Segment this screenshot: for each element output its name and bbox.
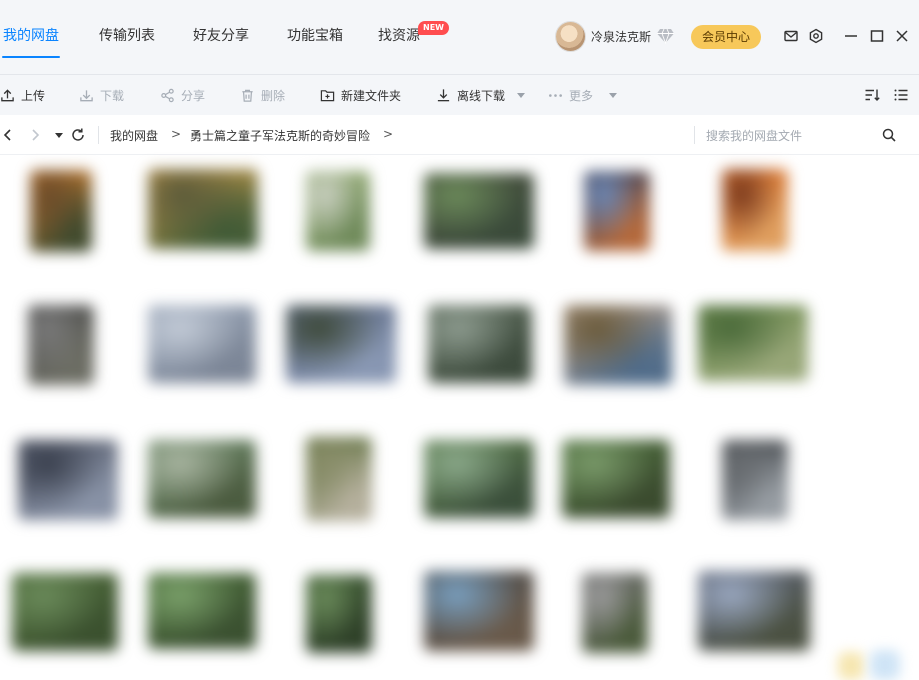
user-name[interactable]: 冷泉法克斯 [591, 28, 651, 45]
new-folder-label: 新建文件夹 [341, 88, 402, 103]
minimize-icon[interactable] [843, 28, 859, 44]
image-thumbnail[interactable] [286, 305, 396, 383]
diamond-icon[interactable] [656, 28, 675, 44]
offline-download-button[interactable]: 离线下载 [436, 75, 505, 115]
delete-label: 删除 [261, 88, 286, 103]
offline-download-dropdown-icon[interactable] [517, 93, 525, 98]
history-dropdown-icon[interactable] [51, 127, 67, 143]
image-thumbnail[interactable] [148, 305, 256, 383]
image-thumbnail[interactable] [306, 171, 370, 251]
refresh-icon[interactable] [70, 127, 86, 143]
trash-icon [242, 89, 253, 102]
divider [694, 126, 695, 144]
image-thumbnail[interactable] [698, 571, 810, 651]
upload-icon [1, 88, 14, 101]
image-thumbnail[interactable] [30, 170, 92, 252]
tab-my-drive[interactable]: 我的网盘 [3, 0, 59, 74]
settings-icon[interactable] [808, 28, 824, 44]
breadcrumb-current-folder[interactable]: 勇士篇之童子军法克斯的奇妙冒险 [190, 127, 370, 144]
more-label: 更多 [569, 88, 594, 103]
top-nav: 我的网盘 传输列表 好友分享 功能宝箱 找资源 NEW 冷泉法克斯 会员中心 [0, 0, 919, 75]
image-thumbnail[interactable] [28, 305, 94, 385]
new-folder-button[interactable]: 新建文件夹 [320, 75, 401, 115]
image-thumbnail[interactable] [424, 571, 534, 651]
image-thumbnail[interactable] [424, 440, 534, 518]
tab-toolbox[interactable]: 功能宝箱 [287, 0, 343, 74]
image-thumbnail[interactable] [582, 573, 648, 653]
upload-label: 上传 [21, 88, 46, 103]
list-view-icon[interactable] [893, 87, 909, 103]
tab-transfer-list[interactable]: 传输列表 [99, 0, 155, 74]
image-thumbnail[interactable] [428, 305, 532, 383]
active-tab-indicator [2, 56, 60, 58]
vip-center-button[interactable]: 会员中心 [691, 25, 761, 49]
back-icon[interactable] [0, 127, 16, 143]
image-thumbnail[interactable] [306, 575, 372, 653]
image-thumbnail[interactable] [306, 437, 372, 521]
tab-friend-share[interactable]: 好友分享 [193, 0, 249, 74]
breadcrumb-root[interactable]: 我的网盘 [110, 127, 158, 144]
floating-widget[interactable] [838, 652, 864, 680]
image-thumbnail[interactable] [722, 440, 788, 520]
breadcrumb-separator: > [171, 127, 182, 141]
delete-button[interactable]: 删除 [240, 75, 285, 115]
more-dropdown-icon[interactable] [609, 93, 617, 98]
breadcrumb-separator[interactable]: > [383, 127, 393, 141]
image-thumbnail[interactable] [148, 573, 256, 649]
forward-icon[interactable] [27, 127, 43, 143]
download-button[interactable]: 下载 [79, 75, 124, 115]
offline-download-label: 离线下载 [457, 88, 506, 103]
share-icon [161, 88, 174, 102]
image-thumbnail[interactable] [562, 440, 670, 518]
sort-icon[interactable] [864, 87, 880, 103]
image-thumbnail[interactable] [584, 171, 650, 251]
divider [98, 126, 99, 144]
image-thumbnail[interactable] [424, 173, 534, 249]
image-thumbnail[interactable] [698, 305, 808, 381]
image-thumbnail[interactable] [564, 305, 672, 385]
image-thumbnail[interactable] [148, 169, 258, 249]
image-thumbnail[interactable] [148, 440, 256, 518]
new-folder-icon [320, 89, 335, 101]
file-grid [0, 155, 919, 680]
more-icon [549, 93, 562, 97]
download-icon [80, 89, 93, 101]
upload-button[interactable]: 上传 [0, 75, 45, 115]
mail-icon[interactable] [783, 28, 799, 44]
avatar[interactable] [556, 22, 585, 51]
download-label: 下载 [100, 88, 125, 103]
image-thumbnail[interactable] [722, 169, 788, 251]
maximize-icon[interactable] [869, 28, 885, 44]
address-bar: 我的网盘 > 勇士篇之童子军法克斯的奇妙冒险 > [0, 116, 919, 155]
image-thumbnail[interactable] [12, 573, 118, 651]
search-icon[interactable] [881, 127, 897, 143]
floating-widget[interactable] [870, 650, 900, 680]
close-icon[interactable] [894, 28, 910, 44]
offline-download-icon [437, 88, 450, 101]
search-input[interactable] [704, 124, 868, 148]
toolbar: 上传 下载 分享 删除 新建文件夹 离线下载 更多 [0, 75, 919, 115]
new-badge: NEW [418, 21, 449, 35]
share-button[interactable]: 分享 [160, 75, 205, 115]
more-button[interactable]: 更多 [548, 75, 593, 115]
share-label: 分享 [181, 88, 206, 103]
image-thumbnail[interactable] [18, 440, 118, 520]
tab-find-resources[interactable]: 找资源 [378, 0, 420, 74]
